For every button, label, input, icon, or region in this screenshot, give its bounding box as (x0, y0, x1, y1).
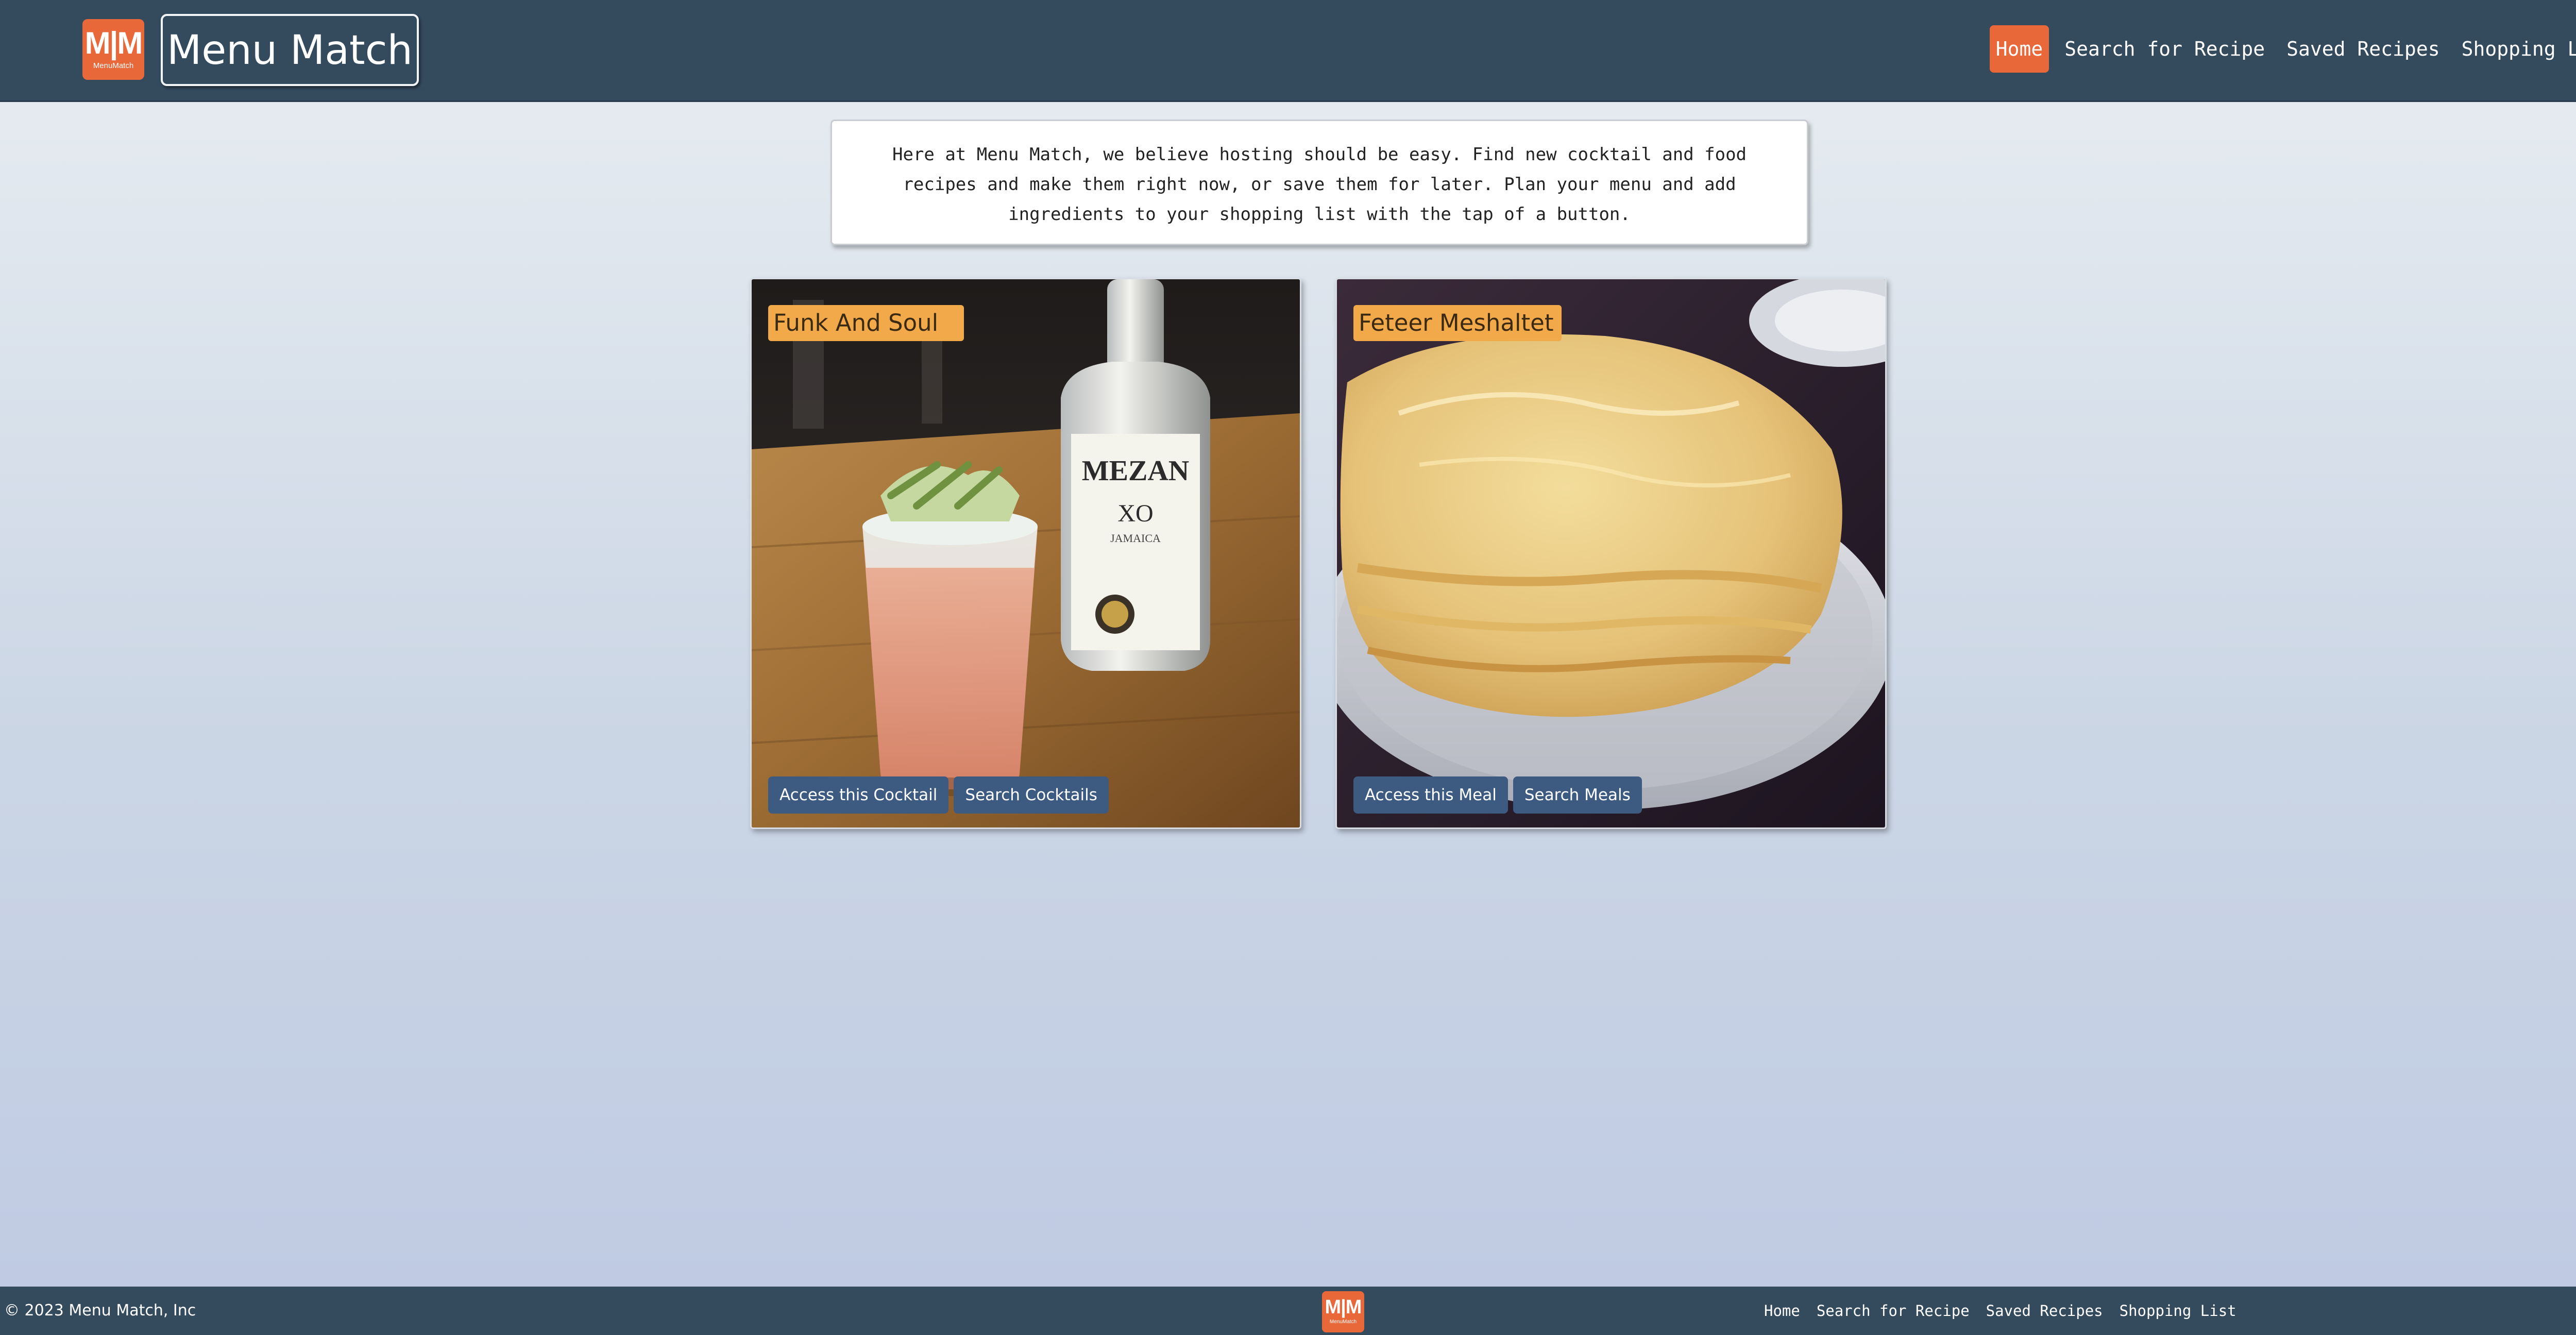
svg-text:JAMAICA: JAMAICA (1110, 532, 1161, 545)
meal-photo (1337, 279, 1885, 827)
main-nav: Home Search for Recipe Saved Recipes Sho… (1989, 25, 2576, 73)
cocktail-photo: MEZAN XO JAMAICA (752, 279, 1300, 827)
access-meal-button[interactable]: Access this Meal (1353, 776, 1508, 814)
access-cocktail-button[interactable]: Access this Cocktail (768, 776, 949, 814)
intro-text-box: Here at Menu Match, we believe hosting s… (831, 120, 1808, 245)
logo-mark: M|M (84, 26, 143, 60)
cocktail-title: Funk And Soul (768, 305, 964, 341)
logo[interactable]: M|M MenuMatch (82, 19, 144, 80)
footer-link-search-for-recipe[interactable]: Search for Recipe (1817, 1287, 1970, 1335)
footer-nav: Home Search for Recipe Saved Recipes Sho… (1764, 1287, 2236, 1335)
footer-logo-subtitle: MenuMatch (1329, 1319, 1357, 1325)
search-meals-button[interactable]: Search Meals (1513, 776, 1642, 814)
nav-saved-recipes[interactable]: Saved Recipes (2280, 25, 2446, 73)
meal-card: Feteer Meshaltet Access this Meal Search… (1335, 278, 1887, 829)
nav-search-for-recipe[interactable]: Search for Recipe (2058, 25, 2271, 73)
svg-text:XO: XO (1117, 500, 1153, 527)
site-title[interactable]: Menu Match (161, 14, 419, 86)
cocktail-card-actions: Access this Cocktail Search Cocktails (768, 776, 1109, 814)
site-footer: © 2023 Menu Match, Inc M|M MenuMatch Hom… (0, 1287, 2576, 1335)
cocktail-card: MEZAN XO JAMAICA Funk And Soul Access th… (750, 278, 1301, 829)
footer-link-home[interactable]: Home (1764, 1287, 1800, 1335)
footer-logo-mark: M|M (1325, 1296, 1362, 1318)
meal-card-actions: Access this Meal Search Meals (1353, 776, 1642, 814)
meal-title: Feteer Meshaltet (1353, 305, 1562, 341)
logo-subtitle: MenuMatch (93, 61, 134, 70)
nav-shopping-list[interactable]: Shopping List (2455, 25, 2576, 73)
nav-home[interactable]: Home (1989, 25, 2049, 73)
footer-link-shopping-list[interactable]: Shopping List (2120, 1287, 2236, 1335)
site-header: M|M MenuMatch Menu Match Home Search for… (0, 0, 2576, 102)
svg-text:MEZAN: MEZAN (1082, 455, 1189, 487)
search-cocktails-button[interactable]: Search Cocktails (954, 776, 1109, 814)
footer-link-saved-recipes[interactable]: Saved Recipes (1986, 1287, 2103, 1335)
copyright-text: © 2023 Menu Match, Inc (4, 1302, 196, 1320)
footer-logo[interactable]: M|M MenuMatch (1322, 1291, 1364, 1332)
